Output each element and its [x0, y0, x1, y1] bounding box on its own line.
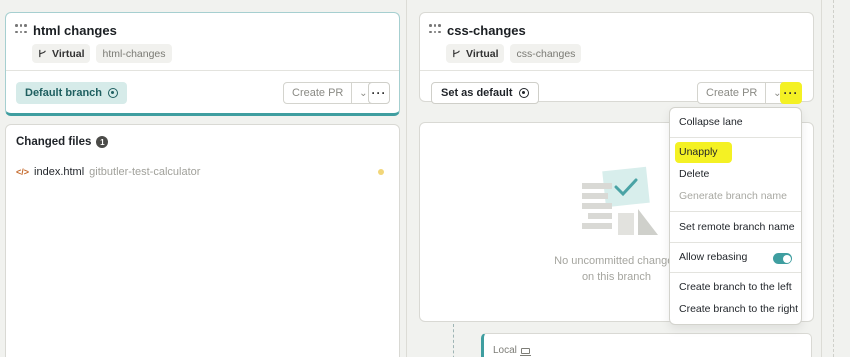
local-label-text: Local — [493, 345, 517, 356]
virtual-tag-label: Virtual — [52, 47, 85, 60]
menu-item-create-branch-left[interactable]: Create branch to the left — [679, 281, 792, 293]
branch-header-card: css-changes Virtual css-changes Set as d… — [419, 12, 814, 104]
modified-dot — [378, 169, 384, 175]
allow-rebasing-toggle[interactable] — [773, 253, 792, 264]
branch-name-tag: css-changes — [510, 44, 582, 63]
drag-handle-icon[interactable] — [429, 24, 441, 36]
branch-title[interactable]: html changes — [33, 23, 117, 38]
menu-item-delete[interactable]: Delete — [679, 168, 709, 180]
target-icon — [518, 88, 529, 98]
create-pr-group: Create PR ⌄ — [697, 82, 790, 104]
default-branch-label: Default branch — [25, 87, 103, 99]
menu-item-label: Set remote branch name — [679, 221, 795, 233]
branch-header-card: html changes Virtual html-changes Defaul… — [5, 12, 400, 116]
branch-tags: Virtual css-changes — [446, 44, 582, 63]
commits-area: Local — [419, 324, 814, 357]
menu-item-label: Delete — [679, 168, 710, 180]
set-as-default-button[interactable]: Set as default — [431, 82, 539, 104]
laptop-icon — [519, 347, 531, 356]
create-pr-button[interactable]: Create PR — [698, 83, 767, 103]
menu-item-set-remote-branch-name[interactable]: Set remote branch name — [679, 221, 795, 233]
menu-item-generate-branch-name: Generate branch name — [679, 190, 787, 202]
branch-title[interactable]: css-changes — [447, 23, 526, 38]
menu-item-collapse-lane[interactable]: Collapse lane — [679, 116, 743, 128]
virtual-tag-label: Virtual — [466, 47, 499, 60]
next-lane-edge — [821, 0, 850, 357]
branch-tags: Virtual html-changes — [32, 44, 172, 63]
menu-item-label: Generate branch name — [679, 190, 787, 202]
changed-files-label: Changed files — [16, 136, 92, 148]
lane-html-changes: html changes Virtual html-changes Defaul… — [0, 0, 407, 357]
menu-separator — [670, 272, 801, 273]
set-as-default-label: Set as default — [441, 87, 513, 99]
more-icon: ··· — [783, 86, 799, 100]
virtual-tag: Virtual — [446, 44, 505, 63]
local-label: Local — [493, 345, 531, 356]
menu-item-label: Create branch to the left — [679, 281, 792, 293]
empty-illustration-icon — [582, 166, 658, 235]
default-branch-badge: Default branch — [16, 82, 128, 104]
more-options-button[interactable]: ··· — [780, 82, 802, 104]
more-icon: ··· — [371, 86, 387, 100]
branch-icon — [39, 49, 46, 58]
divider — [6, 70, 399, 71]
app-root: html changes Virtual html-changes Defaul… — [0, 0, 850, 357]
virtual-tag: Virtual — [32, 44, 91, 63]
changed-files-title: Changed files 1 — [16, 136, 109, 148]
menu-item-unapply[interactable]: Unapply — [675, 142, 732, 163]
create-pr-group: Create PR ⌄ — [283, 82, 376, 104]
dashed-guide — [833, 0, 834, 357]
menu-separator — [670, 137, 801, 138]
changed-files-panel: Changed files 1 </> index.html gitbutler… — [5, 124, 400, 357]
menu-item-create-branch-right[interactable]: Create branch to the right — [679, 303, 798, 315]
file-name: index.html — [34, 166, 85, 178]
create-pr-button[interactable]: Create PR — [284, 83, 353, 103]
menu-separator — [670, 211, 801, 212]
menu-item-label: Create branch to the right — [679, 303, 799, 315]
menu-item-label: Unapply — [679, 146, 718, 158]
commit-line — [453, 324, 454, 357]
branch-name-tag: html-changes — [96, 44, 172, 63]
file-path: gitbutler-test-calculator — [89, 166, 201, 178]
branch-icon — [453, 49, 460, 58]
drag-handle-icon[interactable] — [15, 24, 27, 36]
more-options-button[interactable]: ··· — [368, 82, 390, 104]
divider — [420, 70, 813, 71]
code-file-icon: </> — [16, 167, 30, 177]
target-icon — [108, 88, 119, 98]
local-commits-card: Local — [481, 333, 812, 357]
menu-separator — [670, 242, 801, 243]
lane-context-menu: Collapse lane Unapply Delete Generate br… — [669, 107, 802, 325]
file-count-badge: 1 — [96, 136, 109, 148]
file-row[interactable]: </> index.html gitbutler-test-calculator — [16, 165, 389, 179]
menu-item-label: Allow rebasing — [679, 251, 748, 263]
menu-item-label: Collapse lane — [679, 116, 743, 128]
